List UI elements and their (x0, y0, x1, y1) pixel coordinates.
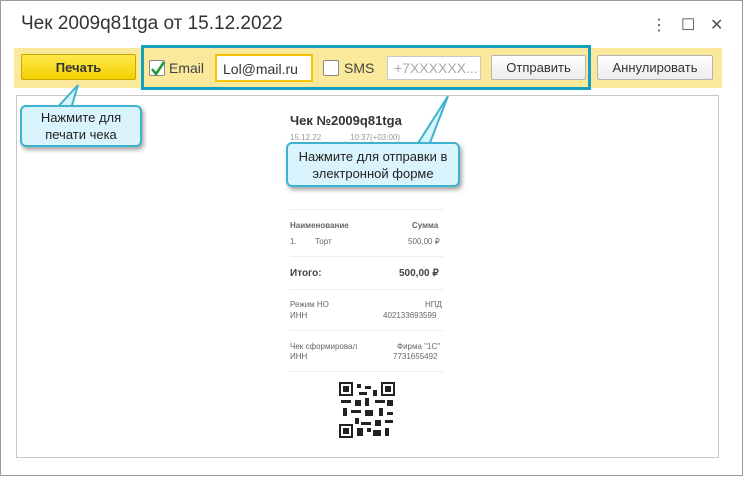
send-callout: Нажмите для отправки в электронной форме (286, 142, 460, 187)
inn2-value: 7731655492 (393, 352, 438, 361)
item-name: Торт (315, 237, 332, 246)
divider (290, 209, 443, 210)
email-checkbox[interactable] (149, 60, 166, 77)
total-value: 500,00 ₽ (399, 268, 439, 279)
issuer-value: Фирма "1С" (397, 342, 441, 351)
inn-label: ИНН (290, 311, 308, 320)
send-button[interactable]: Отправить (491, 55, 586, 80)
tax-label: Режим НО (290, 300, 329, 309)
divider (290, 371, 443, 372)
email-input[interactable]: Lol@mail.ru (215, 54, 313, 82)
print-callout: Нажмите для печати чека (20, 105, 142, 147)
receipt-title: Чек №2009q81tga (290, 113, 402, 128)
sms-label: SMS (344, 60, 375, 76)
checkmark-icon (150, 61, 166, 77)
divider (290, 289, 443, 290)
issuer-label: Чек сформировал (290, 342, 358, 351)
more-menu-icon[interactable]: ⋮ (651, 15, 667, 35)
divider (290, 330, 443, 331)
item-number: 1. (290, 237, 297, 246)
print-button[interactable]: Печать (21, 54, 136, 80)
sms-checkbox[interactable] (323, 60, 339, 76)
tax-value: НПД (425, 300, 442, 309)
receipt-time: 10:37(+03:00) (350, 133, 401, 142)
window-title: Чек 2009q81tga от 15.12.2022 (21, 13, 283, 34)
maximize-icon[interactable]: ☐ (681, 15, 695, 35)
qr-code-icon (339, 382, 395, 438)
divider (290, 256, 443, 257)
email-label: Email (169, 60, 205, 76)
cancel-receipt-button[interactable]: Аннулировать (597, 55, 713, 80)
total-label: Итого: (290, 268, 322, 279)
inn2-label: ИНН (290, 352, 308, 361)
receipt-date: 15.12.22 (290, 133, 322, 142)
col-sum-header: Сумма (412, 221, 439, 230)
col-name-header: Наименование (290, 221, 349, 230)
close-icon[interactable]: ✕ (710, 15, 723, 35)
inn-value: 402133693599 (383, 311, 437, 320)
item-sum: 500,00 ₽ (408, 237, 440, 246)
phone-input[interactable]: +7XXXXXX... (387, 56, 481, 80)
